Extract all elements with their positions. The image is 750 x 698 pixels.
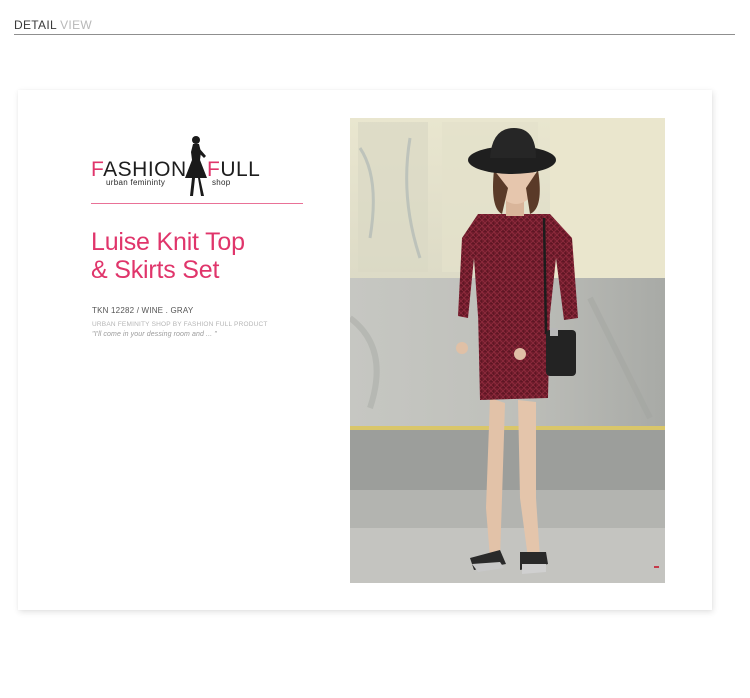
- brand-logo: FASHION FULL urban femininty shop: [91, 134, 271, 202]
- product-title: Luise Knit Top & Skirts Set: [91, 228, 245, 284]
- product-code: TKN 12282 / WINE . GRAY: [92, 306, 194, 315]
- product-title-line1: Luise Knit Top: [91, 228, 245, 256]
- product-detail-card: FASHION FULL urban femininty shop Luise …: [18, 90, 712, 610]
- product-credit: URBAN FEMINITY SHOP BY FASHION FULL PROD…: [92, 321, 268, 328]
- section-header: DETAIL VIEW: [14, 18, 92, 32]
- logo-tagline-left: urban femininty: [106, 178, 166, 187]
- section-header-strong: DETAIL: [14, 18, 57, 32]
- product-title-line2: & Skirts Set: [91, 256, 220, 284]
- product-quote: "I'll come in your dessing room and ... …: [92, 331, 217, 338]
- model-photo-illustration: [350, 118, 665, 583]
- logo-tagline-right: shop: [212, 178, 231, 187]
- header-divider: [14, 34, 735, 35]
- model-photo: [350, 118, 665, 583]
- section-header-light: VIEW: [60, 18, 92, 32]
- title-divider: [91, 203, 303, 204]
